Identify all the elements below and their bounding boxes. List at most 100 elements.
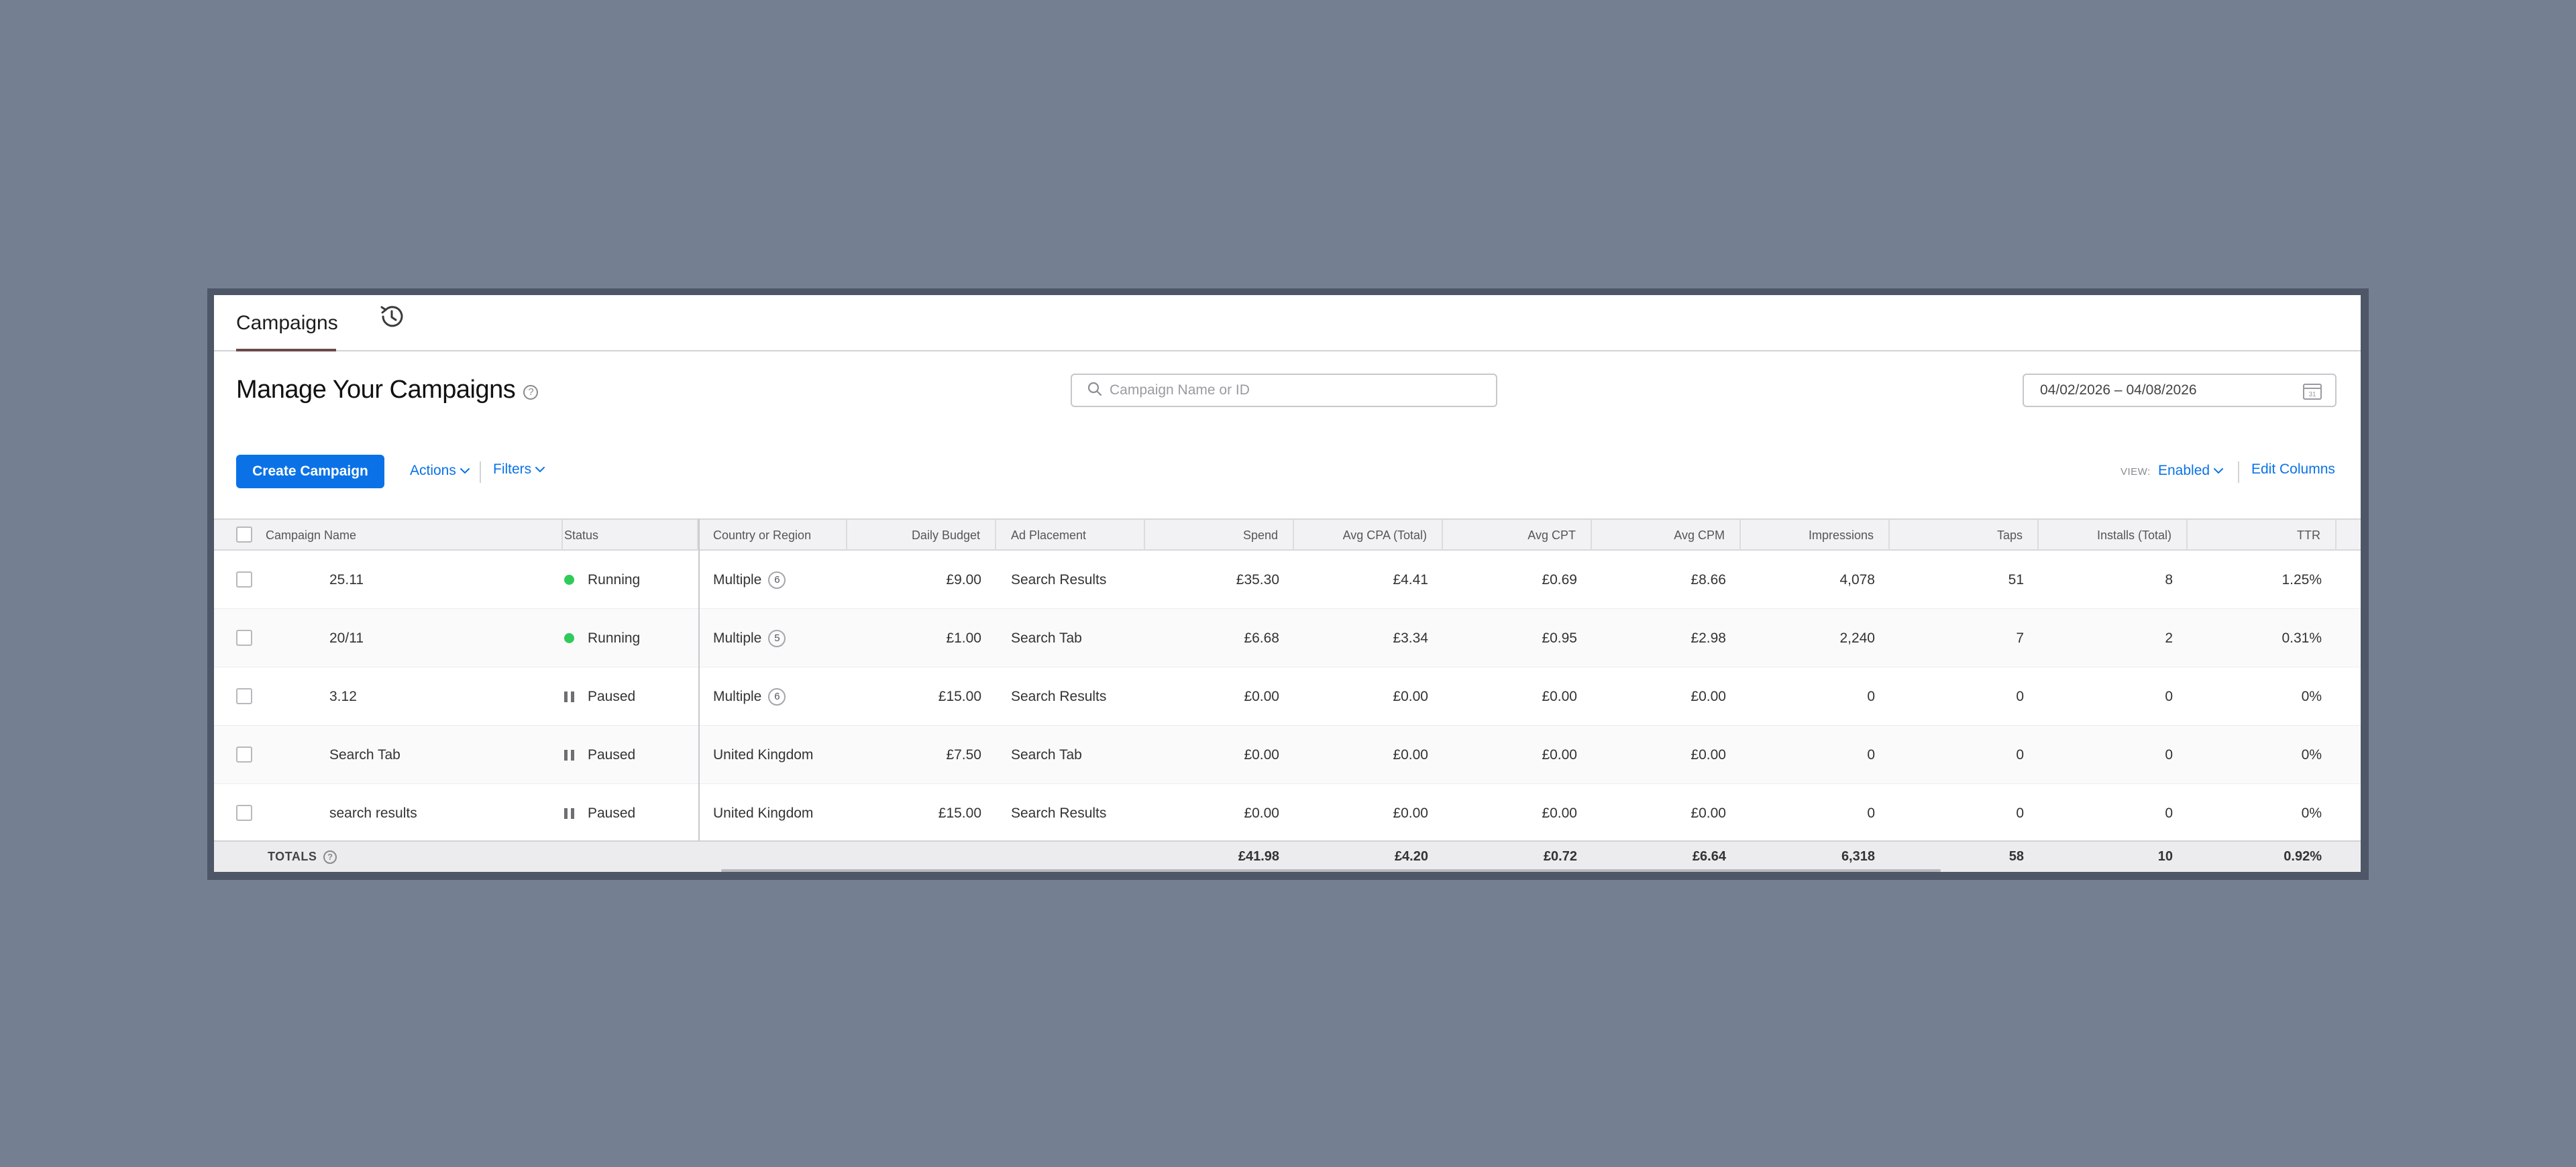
ad-placement-cell: Search Results [1011,688,1107,704]
history-icon[interactable] [375,300,407,333]
status-running-dot [564,575,574,585]
impressions-cell: 2,240 [1839,630,1875,646]
chevron-down-icon [460,468,470,474]
country-cell: Multiple 6 [698,667,847,726]
avg-cpm-cell: £2.98 [1690,630,1726,646]
tab-campaigns[interactable]: Campaigns [236,295,338,351]
app-window-frame: Campaigns Manage Your Campaigns ? 04/02/… [207,288,2369,880]
pause-icon [564,749,574,761]
table-row[interactable]: 20/11 Running Multiple 5 £1.00 Search Tab… [214,609,2361,667]
impressions-cell: 0 [1867,805,1875,821]
country-cell: Multiple 6 [698,551,847,609]
row-checkbox[interactable] [236,746,252,763]
avg-cpm-cell: £0.00 [1690,805,1726,821]
taps-cell: 0 [2016,688,2024,704]
search-input[interactable] [1110,382,1485,398]
table-row[interactable]: 3.12 Paused Multiple 6 £15.00 Search Resu… [214,667,2361,726]
calendar-icon-number: 31 [2308,391,2316,398]
totals-label: TOTALS ? [268,842,337,872]
total-spend: £41.98 [1238,849,1279,864]
campaign-name-link[interactable]: 25.11 [315,551,549,609]
daily-budget-cell[interactable]: £9.00 [847,551,996,609]
toolbar-divider [2238,461,2239,483]
date-range-picker[interactable]: 04/02/2026 – 04/08/2026 31 [2023,374,2337,407]
filters-menu[interactable]: Filters [493,461,545,478]
impressions-cell: 4,078 [1839,571,1875,588]
view-selector[interactable]: Enabled [2158,463,2224,479]
column-header-daily-budget[interactable]: Daily Budget [847,520,996,551]
column-header-taps[interactable]: Taps [1890,520,2039,551]
toolbar-divider [480,461,481,483]
totals-row: TOTALS ? £41.98 £4.20 £0.72 £6.64 6,318 … [214,840,2361,872]
column-header-spend[interactable]: Spend [1145,520,1294,551]
ttr-cell: 0% [2301,805,2322,821]
country-count-badge[interactable]: 6 [768,571,786,589]
taps-cell: 0 [2016,746,2024,763]
country-cell: United Kingdom [713,805,814,821]
actions-menu[interactable]: Actions [410,463,470,479]
column-header-impressions[interactable]: Impressions [1741,520,1890,551]
ad-placement-cell: Search Tab [1011,746,1082,763]
row-checkbox[interactable] [236,630,252,646]
page-title: Manage Your Campaigns ? [236,376,539,404]
column-header-installs[interactable]: Installs (Total) [2039,520,2188,551]
avg-cpt-cell: £0.00 [1542,746,1577,763]
status-running-dot [564,633,574,643]
campaign-name-link[interactable]: Search Tab [315,726,549,784]
campaign-name-link[interactable]: 3.12 [315,667,549,726]
table-row[interactable]: search results Paused United Kingdom £15… [214,784,2361,842]
view-value: Enabled [2158,463,2210,478]
country-count-badge[interactable]: 6 [768,687,786,706]
avg-cpt-cell: £0.00 [1542,805,1577,821]
column-header-campaign-name[interactable]: Campaign Name [251,520,563,551]
pause-icon [564,808,574,819]
daily-budget-cell[interactable]: £7.50 [847,726,996,784]
column-header-status[interactable]: Status [549,520,698,551]
search-field[interactable] [1071,374,1497,407]
campaign-name-link[interactable]: search results [315,784,549,842]
campaigns-table: Campaign Name Status Country or Region D… [214,518,2361,842]
table-row[interactable]: 25.11 Running Multiple 6 £9.00 Search Res… [214,551,2361,609]
country-count-badge[interactable]: 5 [768,629,786,647]
avg-cpa-cell: £0.00 [1393,805,1428,821]
column-header-ttr[interactable]: TTR [2188,520,2337,551]
table-row[interactable]: Search Tab Paused United Kingdom £7.50 S… [214,726,2361,784]
daily-budget-cell[interactable]: £15.00 [847,784,996,842]
column-header-country[interactable]: Country or Region [698,520,847,551]
help-icon[interactable]: ? [523,384,539,400]
horizontal-scrollbar[interactable] [721,869,1941,872]
campaign-name-link[interactable]: 20/11 [315,609,549,667]
select-all-checkbox[interactable] [236,526,252,543]
daily-budget-cell[interactable]: £1.00 [847,609,996,667]
ttr-cell: 0.31% [2282,630,2322,646]
taps-cell: 7 [2016,630,2024,646]
edit-columns-link[interactable]: Edit Columns [2251,461,2335,478]
row-checkbox[interactable] [236,688,252,704]
status-text: Paused [588,688,636,704]
status-text: Paused [588,746,636,763]
status-cell: Running [549,551,698,609]
avg-cpm-cell: £0.00 [1690,688,1726,704]
create-campaign-button[interactable]: Create Campaign [236,455,384,488]
date-range-value: 04/02/2026 – 04/08/2026 [2040,382,2197,398]
installs-cell: 0 [2165,688,2173,704]
daily-budget-cell[interactable]: £15.00 [847,667,996,726]
row-checkbox[interactable] [236,571,252,588]
spend-cell: £6.68 [1244,630,1279,646]
avg-cpt-cell: £0.69 [1542,571,1577,588]
status-cell: Running [549,609,698,667]
avg-cpt-cell: £0.00 [1542,688,1577,704]
row-checkbox[interactable] [236,805,252,821]
help-icon[interactable]: ? [323,850,337,864]
total-installs: 10 [2157,849,2173,864]
page-title-text: Manage Your Campaigns [236,376,516,404]
search-icon [1087,381,1103,400]
column-header-avg-cpa[interactable]: Avg CPA (Total) [1294,520,1443,551]
campaigns-panel: Campaigns Manage Your Campaigns ? 04/02/… [214,295,2361,872]
avg-cpt-cell: £0.95 [1542,630,1577,646]
column-header-avg-cpt[interactable]: Avg CPT [1443,520,1592,551]
column-header-avg-cpm[interactable]: Avg CPM [1592,520,1741,551]
calendar-icon[interactable]: 31 [2303,382,2322,400]
taps-cell: 0 [2016,805,2024,821]
column-header-ad-placement[interactable]: Ad Placement [996,520,1145,551]
